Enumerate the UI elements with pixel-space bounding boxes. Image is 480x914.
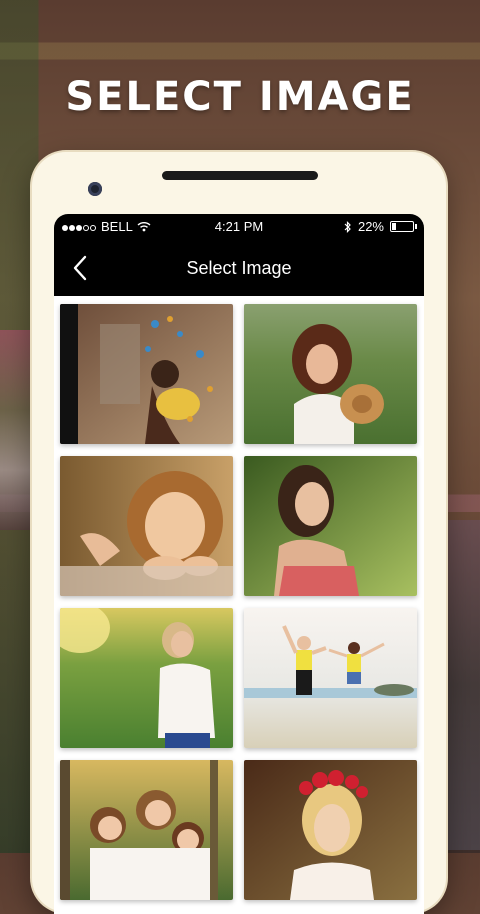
navigation-bar: Select Image: [54, 240, 424, 296]
photo-thumbnail: [60, 304, 233, 444]
speaker-grille: [162, 171, 318, 180]
phone-screen: BELL 4:21 PM 22% Select Image: [54, 214, 424, 914]
battery-percent: 22%: [357, 219, 384, 234]
gallery-image-6[interactable]: [244, 608, 417, 748]
headline: SELECT IMAGE: [65, 74, 415, 120]
photo-thumbnail: [244, 456, 417, 596]
background-glitch-left: [0, 330, 30, 530]
gallery-image-4[interactable]: [244, 456, 417, 596]
photo-thumbnail: [60, 608, 233, 748]
gallery-image-5[interactable]: [60, 608, 233, 748]
gallery-image-3[interactable]: [60, 456, 233, 596]
bluetooth-icon: [344, 220, 351, 233]
camera-icon: [88, 182, 102, 196]
gallery-image-1[interactable]: [60, 304, 233, 444]
background-glitch-right: [444, 520, 480, 850]
battery-icon: [390, 221, 417, 232]
status-bar: BELL 4:21 PM 22%: [54, 214, 424, 240]
page-title: Select Image: [186, 258, 292, 278]
gallery-image-2[interactable]: [244, 304, 417, 444]
photo-thumbnail: [60, 456, 233, 596]
gallery-image-8[interactable]: [244, 760, 417, 900]
photo-thumbnail: [60, 760, 233, 900]
phone-mockup: BELL 4:21 PM 22% Select Image: [32, 152, 446, 914]
photo-thumbnail: [244, 608, 417, 748]
gallery-image-7[interactable]: [60, 760, 233, 900]
photo-thumbnail: [244, 304, 417, 444]
image-grid: [60, 304, 418, 900]
photo-thumbnail: [244, 760, 417, 900]
